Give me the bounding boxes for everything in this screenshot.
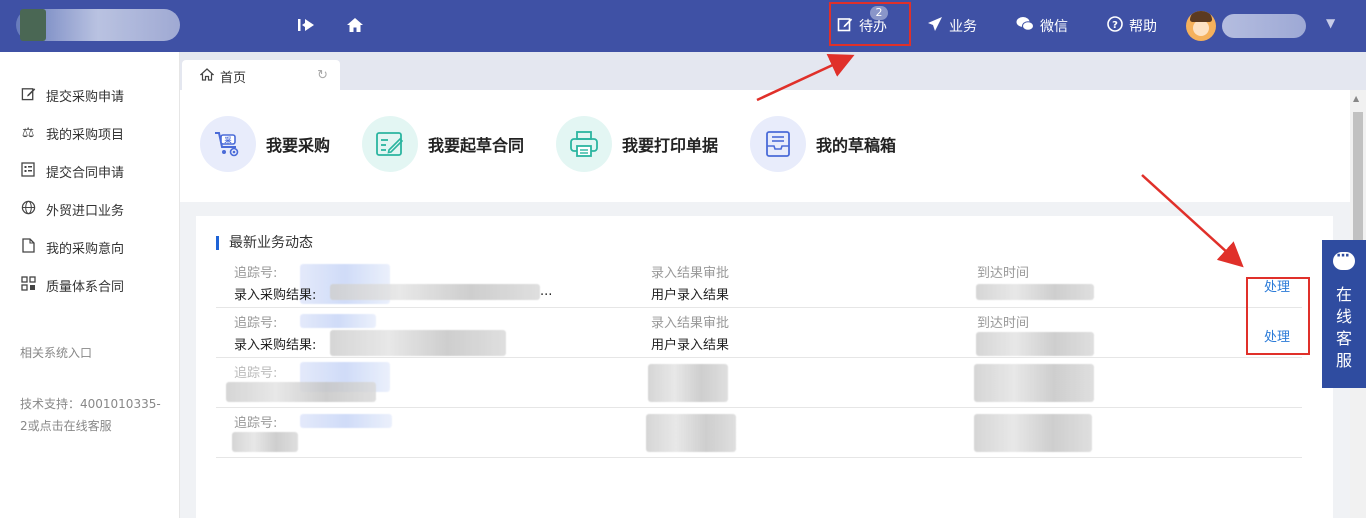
sidebar-item-submit-purchase[interactable]: 提交采购申请 — [20, 85, 124, 105]
support-line-1: 技术支持：4001010335- — [20, 397, 161, 411]
online-customer-service[interactable]: 在线客服 — [1322, 240, 1366, 388]
nav-business[interactable]: 业务 — [927, 0, 977, 52]
table-row: 追踪号: 录入采购结果: ... 录入结果审批 用户录入结果 到达时间 处理 — [216, 258, 1302, 308]
tab-home-label: 首页 — [220, 70, 247, 86]
result-text-redacted — [330, 284, 540, 300]
nav-wechat-label: 微信 — [1040, 19, 1068, 35]
tracking-label: 追踪号: — [234, 416, 278, 431]
result-text-redacted — [330, 330, 506, 356]
scroll-up-icon[interactable]: ▲ — [1353, 94, 1359, 103]
globe-icon — [20, 200, 36, 219]
shortcut-label: 我要采购 — [266, 136, 331, 155]
tracking-number-redacted — [300, 314, 376, 328]
shortcut-label: 我要打印单据 — [622, 136, 719, 155]
arrival-time-redacted — [974, 364, 1094, 402]
edit-icon — [20, 86, 36, 105]
result-ellipsis: ... — [540, 284, 553, 299]
svg-text:?: ? — [1112, 20, 1118, 31]
sidebar-item-label: 提交合同申请 — [46, 165, 125, 181]
stage-value: 用户录入结果 — [651, 338, 730, 353]
sidebar-item-label: 提交采购申请 — [46, 89, 125, 105]
shortcut-purchase[interactable]: 采 我要采购 — [200, 116, 330, 172]
sidebar-item-import-business[interactable]: 外贸进口业务 — [20, 199, 124, 219]
shortcut-draft-contract[interactable]: 我要起草合同 — [362, 116, 524, 172]
document-list-icon — [20, 161, 36, 181]
scale-icon: ⚖ — [21, 125, 35, 141]
sidebar-item-label: 我的采购项目 — [46, 127, 125, 143]
arrival-time-redacted — [974, 414, 1092, 452]
support-line-2: 2或点击在线客服 — [20, 419, 112, 433]
stage-label: 录入结果审批 — [651, 266, 730, 281]
result-label: 录入采购结果: — [234, 338, 317, 353]
related-systems-title[interactable]: 相关系统入口 — [20, 342, 92, 364]
sidebar-item-submit-contract[interactable]: 提交合同申请 — [20, 161, 124, 181]
table-row: 追踪号: — [216, 408, 1302, 458]
shortcut-label: 我要起草合同 — [428, 136, 525, 155]
draft-contract-icon — [362, 116, 418, 172]
tracking-number-redacted — [300, 414, 392, 428]
app-logo[interactable] — [16, 9, 180, 41]
stage-redacted — [648, 364, 728, 402]
refresh-icon[interactable]: ↻ — [317, 68, 328, 83]
chat-bubble-icon — [1333, 248, 1355, 270]
purchase-cart-icon: 采 — [200, 116, 256, 172]
shortcut-drafts[interactable]: 我的草稿箱 — [750, 116, 896, 172]
nav-wechat[interactable]: 微信 — [1016, 0, 1068, 52]
quick-actions: 采 我要采购 我要起草合同 我要打印单据 我的草稿箱 — [180, 90, 1350, 202]
stage-redacted — [646, 414, 736, 452]
user-avatar[interactable] — [1186, 11, 1216, 41]
nav-help[interactable]: ? 帮助 — [1107, 0, 1157, 52]
arrival-time-redacted — [976, 284, 1094, 300]
tab-home[interactable]: 首页 ↻ — [182, 60, 340, 92]
shortcut-label: 我的草稿箱 — [816, 136, 897, 155]
chevron-down-icon[interactable]: ▼ — [1326, 16, 1335, 30]
result-text-redacted — [226, 382, 376, 402]
grid-icon — [20, 275, 36, 295]
sidebar: 提交采购申请 ⚖ 我的采购项目 提交合同申请 外贸进口业务 我的采购意向 质量体… — [0, 52, 180, 518]
home-outline-icon — [199, 67, 215, 85]
customer-service-label: 在线客服 — [1335, 285, 1352, 370]
pending-highlight-box — [829, 2, 911, 46]
stage-label: 录入结果审批 — [651, 316, 730, 331]
stage-value: 用户录入结果 — [651, 288, 730, 303]
printer-icon — [556, 116, 612, 172]
table-row: 追踪号: — [216, 358, 1302, 408]
wechat-icon — [1016, 16, 1034, 36]
arrival-time-redacted — [976, 332, 1094, 356]
help-icon: ? — [1107, 16, 1123, 36]
nav-help-label: 帮助 — [1129, 19, 1157, 35]
business-feed-panel: 最新业务动态 追踪号: 录入采购结果: ... 录入结果审批 用户录入结果 到达… — [196, 216, 1333, 518]
sidebar-item-label: 质量体系合同 — [46, 279, 125, 295]
file-icon — [20, 237, 36, 257]
collapse-sidebar-icon[interactable] — [295, 14, 317, 36]
tab-strip: 首页 ↻ — [180, 52, 1366, 92]
send-icon — [927, 16, 943, 36]
drafts-box-icon — [750, 116, 806, 172]
feed-title: 最新业务动态 — [216, 236, 313, 250]
home-icon[interactable] — [344, 14, 366, 36]
arrival-time-label: 到达时间 — [977, 316, 1030, 331]
result-text-redacted — [232, 432, 298, 452]
svg-text:采: 采 — [224, 136, 233, 145]
nav-business-label: 业务 — [949, 19, 977, 35]
sidebar-item-label: 我的采购意向 — [46, 241, 125, 257]
tracking-label: 追踪号: — [234, 316, 278, 331]
shortcut-print[interactable]: 我要打印单据 — [556, 116, 718, 172]
tracking-label: 追踪号: — [234, 366, 278, 381]
arrival-time-label: 到达时间 — [977, 266, 1030, 281]
sidebar-item-my-projects[interactable]: ⚖ 我的采购项目 — [20, 123, 124, 143]
action-highlight-box — [1246, 277, 1310, 355]
table-row: 追踪号: 录入采购结果: 录入结果审批 用户录入结果 到达时间 处理 — [216, 308, 1302, 358]
tracking-label: 追踪号: — [234, 266, 278, 281]
user-name-redacted[interactable] — [1222, 14, 1306, 38]
sidebar-item-label: 外贸进口业务 — [46, 203, 125, 219]
top-header: 待办 2 业务 微信 ? 帮助 ▼ — [0, 0, 1366, 52]
result-label: 录入采购结果: — [234, 288, 317, 303]
sidebar-item-quality-contract[interactable]: 质量体系合同 — [20, 275, 124, 295]
sidebar-item-purchase-intent[interactable]: 我的采购意向 — [20, 237, 124, 257]
